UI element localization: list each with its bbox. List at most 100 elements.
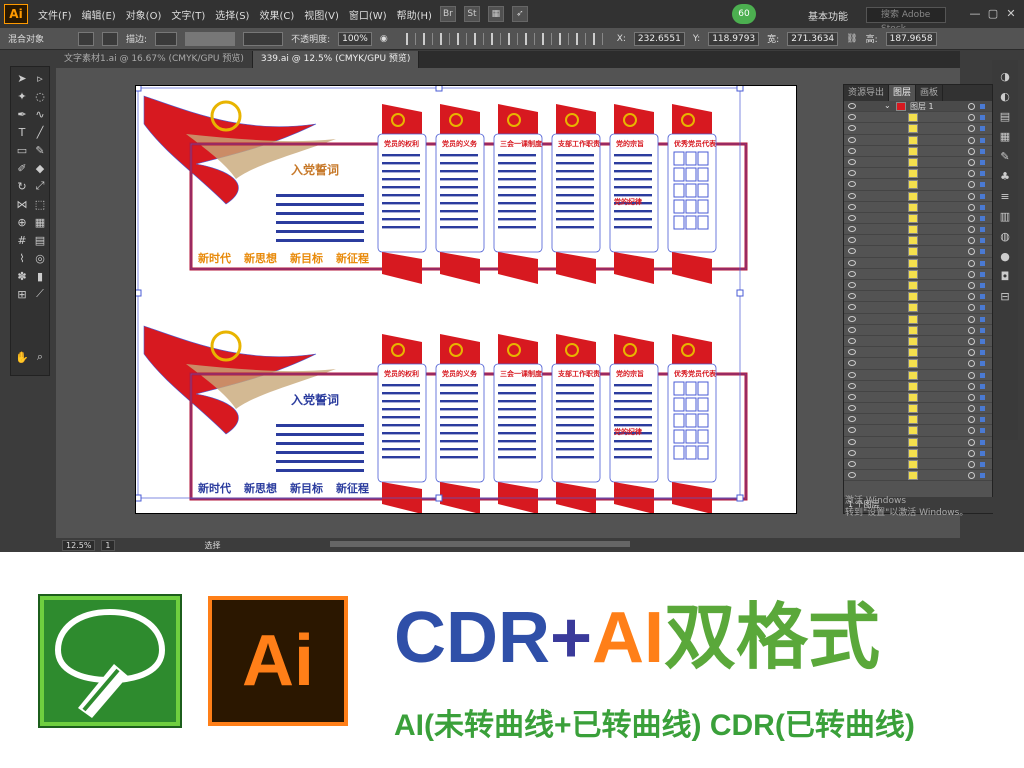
target-icon[interactable] [968, 158, 975, 166]
target-icon[interactable] [968, 337, 975, 345]
mesh-tool-icon[interactable]: # [14, 232, 30, 248]
selection-tool-icon[interactable]: ➤ [14, 70, 30, 86]
sublayer-row[interactable] [844, 269, 992, 280]
minimize-icon[interactable]: — [968, 6, 982, 20]
sublayer-row[interactable] [844, 370, 992, 381]
target-icon[interactable] [968, 326, 975, 334]
horizontal-scrollbar[interactable] [330, 541, 630, 547]
maximize-icon[interactable]: ▢ [986, 6, 1000, 20]
menu-window[interactable]: 窗口(W) [349, 7, 387, 22]
recolor-icon[interactable]: ◉ [380, 34, 388, 44]
visibility-icon[interactable] [848, 438, 856, 445]
menu-effect[interactable]: 效果(C) [259, 7, 294, 22]
target-icon[interactable] [968, 427, 975, 435]
visibility-icon[interactable] [848, 158, 856, 165]
sublayer-row[interactable] [844, 381, 992, 392]
target-icon[interactable] [968, 103, 975, 110]
cc-libraries-icon[interactable]: ▤ [997, 108, 1013, 124]
paintbrush-tool-icon[interactable]: ✎ [32, 142, 48, 158]
sublayer-row[interactable] [844, 235, 992, 247]
sublayer-row[interactable] [844, 291, 992, 303]
sublayer-row[interactable] [844, 246, 992, 258]
menu-file[interactable]: 文件(F) [38, 7, 72, 22]
sublayer-row[interactable] [844, 280, 992, 292]
graph-tool-icon[interactable]: ▮ [32, 268, 48, 284]
sublayer-row[interactable] [844, 314, 992, 325]
sublayer-row[interactable] [844, 325, 992, 336]
target-icon[interactable] [968, 438, 975, 446]
artboard-nav-field[interactable]: 1 [101, 539, 115, 551]
visibility-icon[interactable] [848, 226, 856, 233]
visibility-icon[interactable] [848, 125, 856, 132]
stroke-swatch[interactable] [102, 31, 119, 46]
sublayer-row[interactable] [844, 448, 992, 459]
target-icon[interactable] [968, 304, 975, 312]
sublayer-row[interactable] [844, 224, 992, 236]
perspective-grid-tool-icon[interactable]: ▦ [32, 214, 48, 230]
target-icon[interactable] [968, 125, 975, 133]
visibility-icon[interactable] [848, 326, 856, 333]
target-icon[interactable] [968, 147, 975, 155]
rotate-tool-icon[interactable]: ↻ [14, 178, 30, 194]
variable-width-profile[interactable] [185, 31, 236, 46]
visibility-icon[interactable] [848, 170, 856, 177]
stroke-panel-icon[interactable]: ≡ [997, 188, 1013, 204]
zoom-field[interactable]: 12.5% [62, 539, 96, 551]
curvature-tool-icon[interactable]: ∿ [32, 106, 48, 122]
visibility-icon[interactable] [848, 461, 856, 467]
target-icon[interactable] [968, 226, 975, 234]
sublayer-row[interactable] [844, 213, 992, 225]
visibility-icon[interactable] [848, 259, 856, 266]
sublayer-row[interactable] [844, 191, 992, 202]
target-icon[interactable] [968, 371, 975, 379]
target-icon[interactable] [968, 349, 975, 357]
target-icon[interactable] [968, 136, 975, 144]
lasso-tool-icon[interactable]: ◌ [32, 88, 48, 104]
visibility-icon[interactable] [848, 237, 856, 244]
tab-document-1[interactable]: 文字素材1.ai @ 16.67% (CMYK/GPU 预览) [56, 51, 253, 68]
sublayer-row[interactable] [844, 336, 992, 348]
rectangle-tool-icon[interactable]: ▭ [14, 142, 30, 158]
visibility-icon[interactable] [848, 136, 856, 143]
target-icon[interactable] [968, 416, 975, 424]
target-icon[interactable] [968, 203, 975, 211]
target-icon[interactable] [968, 472, 975, 480]
color-panel-icon[interactable]: ◑ [997, 68, 1013, 84]
visibility-icon[interactable] [848, 270, 856, 277]
close-icon[interactable]: ✕ [1004, 6, 1018, 20]
arrange-documents-icon[interactable]: ▦ [487, 6, 504, 22]
eyedropper-tool-icon[interactable]: ⌇ [14, 250, 30, 266]
visibility-icon[interactable] [848, 393, 856, 400]
h-field[interactable]: 187.9658 [885, 31, 937, 46]
symbols-icon[interactable]: ♣ [997, 168, 1013, 184]
free-transform-tool-icon[interactable]: ⬚ [32, 196, 48, 212]
w-field[interactable]: 271.3634 [787, 31, 839, 46]
visibility-icon[interactable] [848, 405, 856, 412]
layer-row[interactable]: ⌄ 图层 1 [844, 101, 992, 113]
expand-chevron-icon[interactable]: ⌄ [884, 101, 891, 110]
stock-icon[interactable]: St [463, 6, 480, 22]
visibility-icon[interactable] [848, 282, 856, 288]
target-icon[interactable] [968, 293, 975, 301]
magic-wand-tool-icon[interactable]: ✦ [14, 88, 30, 104]
tab-layers[interactable]: 图层 [889, 85, 917, 101]
target-icon[interactable] [968, 248, 975, 256]
pathfinder-icon[interactable]: ⊟ [997, 288, 1013, 304]
sublayer-row[interactable] [844, 403, 992, 415]
y-field[interactable]: 118.9793 [708, 31, 760, 46]
menu-type[interactable]: 文字(T) [171, 7, 205, 22]
sublayer-row[interactable] [844, 347, 992, 359]
menu-select[interactable]: 选择(S) [215, 7, 249, 22]
menu-view[interactable]: 视图(V) [304, 7, 339, 22]
opacity-field[interactable]: 100% [338, 31, 372, 46]
sublayer-row[interactable] [844, 414, 992, 426]
slice-tool-icon[interactable]: ⟋ [32, 286, 48, 302]
visibility-icon[interactable] [848, 293, 856, 300]
stroke-weight-field[interactable] [155, 31, 178, 46]
visibility-icon[interactable] [848, 304, 856, 311]
appearance-icon[interactable]: ● [997, 248, 1013, 264]
visibility-icon[interactable] [848, 214, 856, 221]
blend-tool-icon[interactable]: ◎ [32, 250, 48, 266]
visibility-icon[interactable] [848, 248, 856, 255]
target-icon[interactable] [968, 405, 975, 413]
